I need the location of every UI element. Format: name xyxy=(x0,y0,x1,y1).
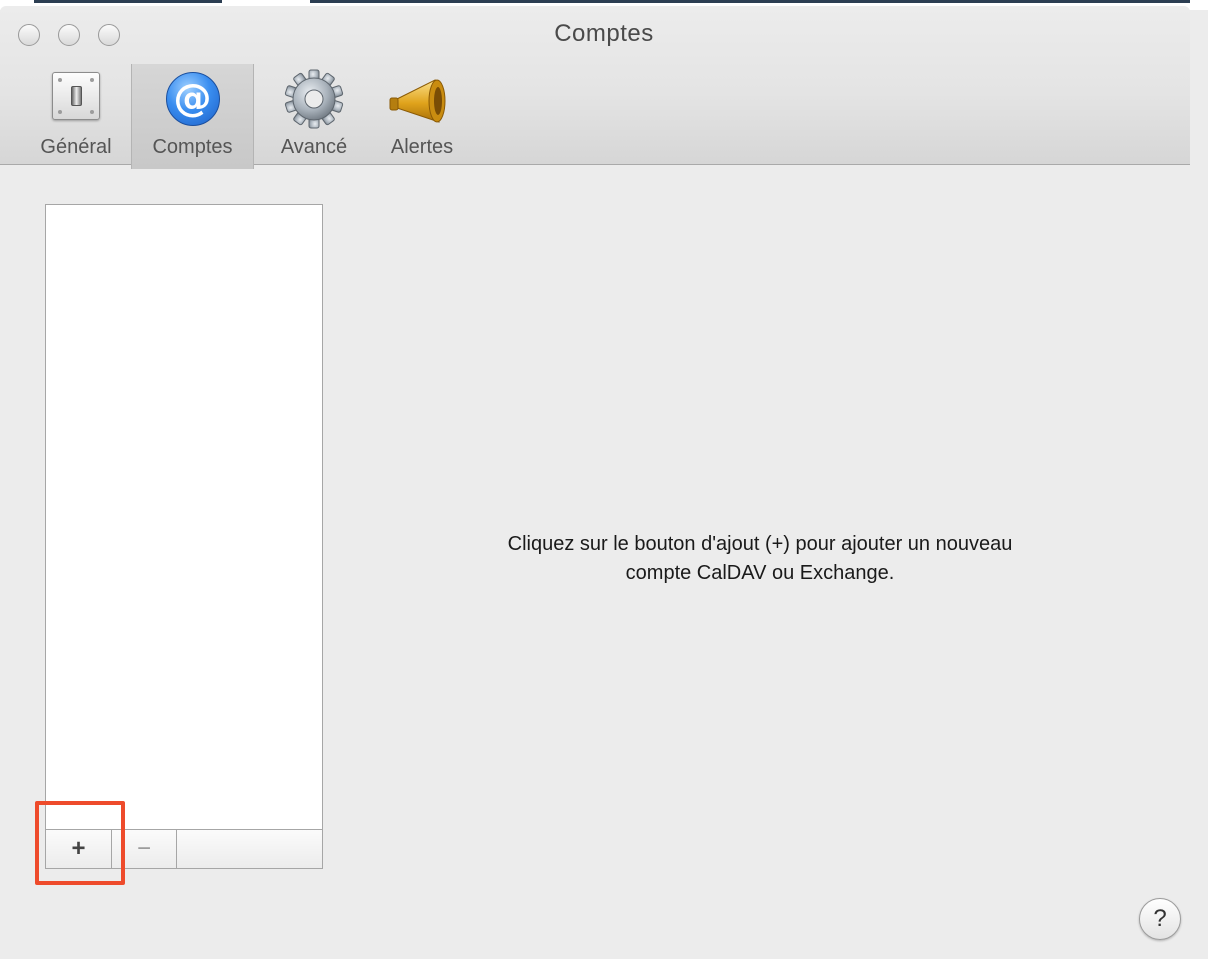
empty-state-line-2: compte CalDAV ou Exchange. xyxy=(625,562,895,584)
add-button-highlight xyxy=(35,801,125,885)
toolbar-item-avance[interactable]: Avancé xyxy=(268,69,360,164)
empty-state-message: Cliquez sur le bouton d'ajout (+) pour a… xyxy=(380,530,1140,588)
toolbar-item-alertes[interactable]: Alertes xyxy=(376,70,468,164)
help-button[interactable]: ? xyxy=(1139,898,1181,940)
at-sign-icon: @ xyxy=(165,72,220,126)
window-title: Comptes xyxy=(554,20,654,47)
light-switch-icon xyxy=(52,72,100,120)
title-bar-toolbar: Comptes Général @ Comptes Avancé Alertes xyxy=(0,6,1190,169)
toolbar-item-label: Comptes xyxy=(152,136,233,158)
megaphone-icon xyxy=(389,79,446,123)
gear-icon xyxy=(284,69,344,129)
toolbar-item-label: Alertes xyxy=(390,136,454,158)
toolbar-item-comptes[interactable]: @ Comptes xyxy=(131,64,254,169)
background-window-edge xyxy=(310,0,1190,3)
toolbar-item-label: Avancé xyxy=(280,136,348,158)
list-footer-spacer xyxy=(177,830,322,868)
empty-state-line-1: Cliquez sur le bouton d'ajout (+) pour a… xyxy=(507,533,1013,555)
toolbar-item-label: Général xyxy=(40,136,112,158)
preferences-window: Comptes Général @ Comptes Avancé Alertes… xyxy=(0,0,1208,959)
accounts-list[interactable] xyxy=(45,204,323,868)
toolbar-item-general[interactable]: Général xyxy=(26,70,126,164)
background-window-edge xyxy=(34,0,222,3)
